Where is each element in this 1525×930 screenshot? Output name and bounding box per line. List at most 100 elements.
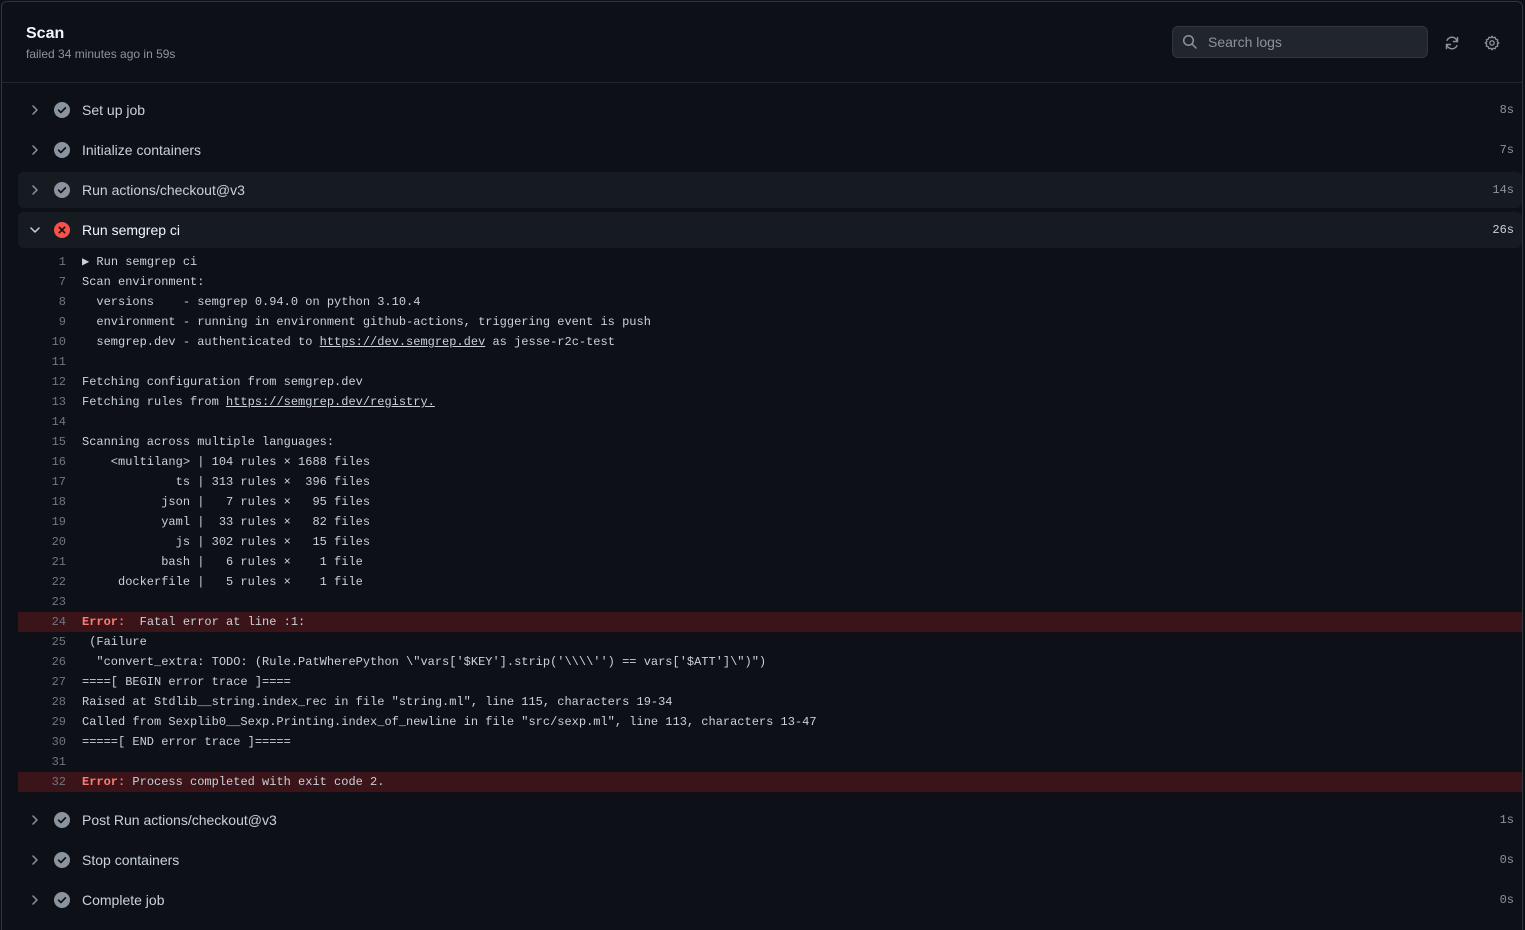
line-text: json | 7 rules × 95 files — [82, 492, 370, 512]
line-number[interactable]: 8 — [18, 292, 66, 312]
line-text: Fetching rules from https://semgrep.dev/… — [82, 392, 435, 412]
line-content: ====[ BEGIN error trace ]==== — [82, 675, 291, 689]
log-line: 7 Scan environment: — [18, 272, 1522, 292]
line-number[interactable]: 23 — [18, 592, 66, 612]
step-duration: 14s — [1492, 183, 1514, 197]
log-line: 18 json | 7 rules × 95 files — [18, 492, 1522, 512]
line-number[interactable]: 24 — [18, 612, 66, 632]
line-number[interactable]: 7 — [18, 272, 66, 292]
success-check-icon — [54, 102, 70, 118]
line-text: environment - running in environment git… — [82, 312, 651, 332]
log-line: 9 environment - running in environment g… — [18, 312, 1522, 332]
line-number[interactable]: 11 — [18, 352, 66, 372]
line-number[interactable]: 1 — [18, 252, 66, 272]
search-logs-box[interactable] — [1172, 26, 1428, 58]
chevron-down-icon — [30, 227, 40, 233]
log-line: 25 (Failure — [18, 632, 1522, 652]
step-name: Initialize containers — [82, 142, 202, 158]
chevron-right-icon — [32, 185, 38, 195]
step-duration: 1s — [1499, 813, 1514, 827]
line-content: Fetching rules from — [82, 395, 227, 409]
line-content: js | 302 rules × 15 files — [82, 535, 371, 549]
success-check-icon — [54, 142, 70, 158]
line-text: js | 302 rules × 15 files — [82, 532, 370, 552]
line-content: dockerfile | 5 rules × 1 file — [82, 575, 363, 589]
line-number[interactable]: 12 — [18, 372, 66, 392]
settings-button[interactable] — [1483, 34, 1501, 52]
log-line: 26 "convert_extra: TODO: (Rule.PatWhereP… — [18, 652, 1522, 672]
line-number[interactable]: 30 — [18, 732, 66, 752]
failure-x-icon — [54, 222, 70, 238]
line-number[interactable]: 17 — [18, 472, 66, 492]
step-run-semgrep-ci[interactable]: Run semgrep ci 26s — [18, 212, 1522, 248]
log-line: 30 =====[ END error trace ]===== — [18, 732, 1522, 752]
line-number[interactable]: 14 — [18, 412, 66, 432]
line-number[interactable]: 10 — [18, 332, 66, 352]
line-number[interactable]: 21 — [18, 552, 66, 572]
line-content: "convert_extra: TODO: (Rule.PatWherePyth… — [82, 655, 767, 669]
refresh-button[interactable] — [1443, 34, 1461, 52]
line-text: "convert_extra: TODO: (Rule.PatWherePyth… — [82, 652, 766, 672]
line-number[interactable]: 32 — [18, 772, 66, 792]
step-complete-job[interactable]: Complete job 0s — [18, 882, 1522, 918]
line-content: Scanning across multiple languages: — [82, 435, 335, 449]
step-name: Run semgrep ci — [82, 222, 181, 238]
line-number[interactable]: 31 — [18, 752, 66, 772]
line-text: semgrep.dev - authenticated to https://d… — [82, 332, 615, 352]
line-text: ts | 313 rules × 396 files — [82, 472, 370, 492]
search-logs-input[interactable] — [1206, 33, 1410, 51]
line-number[interactable]: 29 — [18, 712, 66, 732]
line-number[interactable]: 16 — [18, 452, 66, 472]
log-link[interactable]: https://semgrep.dev/registry. — [226, 395, 435, 409]
line-text: =====[ END error trace ]===== — [82, 732, 291, 752]
line-number[interactable]: 13 — [18, 392, 66, 412]
chevron-right-icon — [32, 815, 38, 825]
line-content: (Failure — [82, 635, 147, 649]
job-log-panel: Scan failed 34 minutes ago in 59s Search… — [1, 1, 1523, 930]
line-number[interactable]: 19 — [18, 512, 66, 532]
log-link[interactable]: https://dev.semgrep.dev — [320, 335, 486, 349]
log-line: 17 ts | 313 rules × 396 files — [18, 472, 1522, 492]
log-line: 11 — [18, 352, 1522, 372]
chevron-right-icon — [32, 145, 38, 155]
line-content-after: as jesse-r2c-test — [485, 335, 615, 349]
line-number[interactable]: 15 — [18, 432, 66, 452]
step-post-run-actions-checkout-v3[interactable]: Post Run actions/checkout@v3 1s — [18, 802, 1522, 838]
line-content: ▶ Run semgrep ci — [82, 255, 198, 269]
line-number[interactable]: 9 — [18, 312, 66, 332]
log-line: 13 Fetching rules from https://semgrep.de… — [18, 392, 1522, 412]
step-duration: 26s — [1492, 223, 1514, 237]
line-number[interactable]: 28 — [18, 692, 66, 712]
step-initialize-containers[interactable]: Initialize containers 7s — [18, 132, 1522, 168]
line-content: <multilang> | 104 rules × 1688 files — [82, 455, 371, 469]
line-text: versions - semgrep 0.94.0 on python 3.10… — [82, 292, 420, 312]
line-number[interactable]: 26 — [18, 652, 66, 672]
line-number[interactable]: 27 — [18, 672, 66, 692]
step-name: Run actions/checkout@v3 — [82, 182, 245, 198]
step-duration: 8s — [1499, 103, 1514, 117]
log-line: 29 Called from Sexplib0__Sexp.Printing.in… — [18, 712, 1522, 732]
step-run-actions-checkout-v3[interactable]: Run actions/checkout@v3 14s — [18, 172, 1522, 208]
log-line: 8 versions - semgrep 0.94.0 on python 3.… — [18, 292, 1522, 312]
line-content: semgrep.dev - authenticated to — [82, 335, 320, 349]
line-text: ▶ Run semgrep ci — [82, 252, 197, 272]
log-line: 23 — [18, 592, 1522, 612]
log-line: 22 dockerfile | 5 rules × 1 file — [18, 572, 1522, 592]
step-stop-containers[interactable]: Stop containers 0s — [18, 842, 1522, 878]
line-number[interactable]: 20 — [18, 532, 66, 552]
line-content: Fatal error at line :1: — [125, 615, 306, 629]
refresh-icon — [1445, 36, 1459, 50]
search-icon — [1182, 34, 1197, 49]
line-text: <multilang> | 104 rules × 1688 files — [82, 452, 370, 472]
step-set-up-job[interactable]: Set up job 8s — [18, 92, 1522, 128]
line-number[interactable]: 22 — [18, 572, 66, 592]
log-line: 20 js | 302 rules × 15 files — [18, 532, 1522, 552]
log-line: 14 — [18, 412, 1522, 432]
line-content: versions - semgrep 0.94.0 on python 3.10… — [82, 295, 421, 309]
log-line: 27 ====[ BEGIN error trace ]==== — [18, 672, 1522, 692]
line-number[interactable]: 25 — [18, 632, 66, 652]
line-text: Raised at Stdlib__string.index_rec in fi… — [82, 692, 673, 712]
line-text: (Failure — [82, 632, 147, 652]
log-line: 31 — [18, 752, 1522, 772]
line-number[interactable]: 18 — [18, 492, 66, 512]
